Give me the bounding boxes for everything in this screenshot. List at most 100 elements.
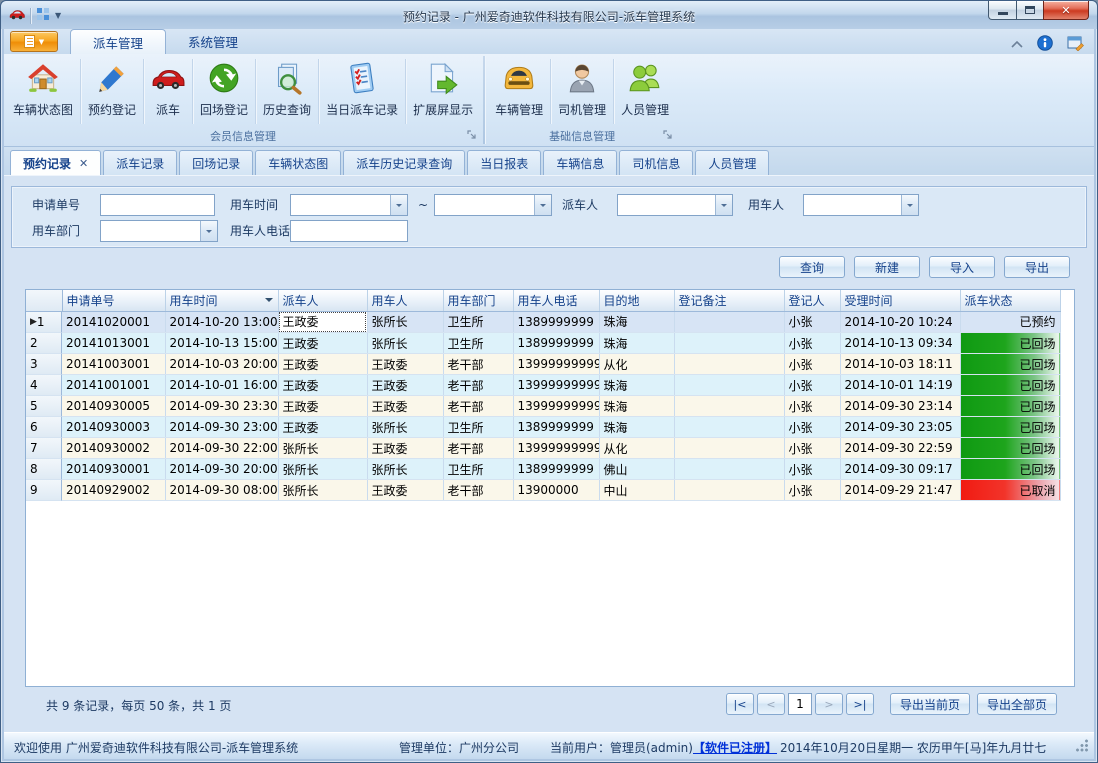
cell-dispatch-status[interactable]: 已回场 <box>960 438 1060 459</box>
use-time-from-combo[interactable] <box>290 194 408 216</box>
cell-use-time[interactable]: 2014-09-30 08:00 <box>165 480 278 501</box>
dialog-launcher-icon[interactable] <box>663 130 673 140</box>
cell-order-no[interactable]: 20140930002 <box>62 438 165 459</box>
cell-dispatch-status[interactable]: 已取消 <box>960 480 1060 501</box>
cell-phone[interactable]: 13999999999 <box>513 354 599 375</box>
personnel-manage-button[interactable]: 人员管理 <box>614 55 676 128</box>
cell-destination[interactable]: 佛山 <box>599 459 674 480</box>
cell-dispatcher[interactable]: 王政委 <box>278 396 367 417</box>
cell-phone[interactable]: 1389999999 <box>513 459 599 480</box>
skin-style-icon[interactable] <box>1067 35 1084 54</box>
cell-phone[interactable]: 1389999999 <box>513 333 599 354</box>
cell-registrar[interactable]: 小张 <box>784 459 840 480</box>
cell-dept[interactable]: 老干部 <box>443 480 513 501</box>
doc-tab-dispatch-records[interactable]: 派车记录 <box>103 150 177 175</box>
cell-order-no[interactable]: 20141003001 <box>62 354 165 375</box>
combo-dropdown-icon[interactable] <box>715 195 732 215</box>
cell-order-no[interactable]: 20141013001 <box>62 333 165 354</box>
cell-dispatch-status[interactable]: 已回场 <box>960 354 1060 375</box>
cell-registrar[interactable]: 小张 <box>784 311 840 333</box>
cell-registrar[interactable]: 小张 <box>784 396 840 417</box>
next-page-button[interactable]: > <box>815 693 843 715</box>
table-row[interactable]: 3 20141003001 2014-10-03 20:00 王政委 王政委 老… <box>26 354 1060 375</box>
cell-remark[interactable] <box>674 438 784 459</box>
cell-dispatcher[interactable]: 王政委 <box>278 417 367 438</box>
dispatcher-combo[interactable] <box>617 194 733 216</box>
vehicle-status-map-button[interactable]: 车辆状态图 <box>6 55 80 128</box>
doc-tab-driver-info[interactable]: 司机信息 <box>619 150 693 175</box>
cell-order-no[interactable]: 20140930001 <box>62 459 165 480</box>
cell-remark[interactable] <box>674 333 784 354</box>
sort-arrow-icon[interactable] <box>265 298 273 306</box>
cell-user[interactable]: 张所长 <box>367 311 443 333</box>
col-dispatch-status[interactable]: 派车状态 <box>960 290 1060 311</box>
use-time-to-combo[interactable] <box>434 194 552 216</box>
cell-user[interactable]: 王政委 <box>367 375 443 396</box>
cell-destination[interactable]: 从化 <box>599 438 674 459</box>
doc-tab-personnel-manage[interactable]: 人员管理 <box>695 150 769 175</box>
cell-user[interactable]: 王政委 <box>367 438 443 459</box>
col-dept[interactable]: 用车部门 <box>443 290 513 311</box>
cell-remark[interactable] <box>674 375 784 396</box>
cell-user[interactable]: 王政委 <box>367 480 443 501</box>
cell-dispatch-status[interactable]: 已回场 <box>960 375 1060 396</box>
query-button[interactable]: 查询 <box>779 256 845 278</box>
cell-dispatch-status[interactable]: 已回场 <box>960 417 1060 438</box>
cell-registrar[interactable]: 小张 <box>784 417 840 438</box>
table-row[interactable]: 5 20140930005 2014-09-30 23:30 王政委 王政委 老… <box>26 396 1060 417</box>
col-user[interactable]: 用车人 <box>367 290 443 311</box>
cell-remark[interactable] <box>674 396 784 417</box>
cell-dispatcher[interactable]: 王政委 <box>278 333 367 354</box>
license-registered-link[interactable]: 【软件已注册】 <box>693 739 777 756</box>
minimize-button[interactable] <box>988 1 1017 20</box>
application-menu-button[interactable]: ▼ <box>10 31 58 52</box>
export-all-pages-button[interactable]: 导出全部页 <box>977 693 1057 715</box>
cell-use-time[interactable]: 2014-09-30 20:00 <box>165 459 278 480</box>
return-register-button[interactable]: 回场登记 <box>193 55 255 128</box>
cell-order-no[interactable]: 20140930005 <box>62 396 165 417</box>
cell-dispatch-status[interactable]: 已回场 <box>960 459 1060 480</box>
doc-tab-reservation-records[interactable]: 预约记录✕ <box>10 150 101 175</box>
cell-user[interactable]: 张所长 <box>367 333 443 354</box>
cell-registrar[interactable]: 小张 <box>784 438 840 459</box>
cell-registrar[interactable]: 小张 <box>784 354 840 375</box>
cell-remark[interactable] <box>674 354 784 375</box>
cell-use-time[interactable]: 2014-10-03 20:00 <box>165 354 278 375</box>
cell-destination[interactable]: 珠海 <box>599 333 674 354</box>
cell-remark[interactable] <box>674 417 784 438</box>
cell-dept[interactable]: 老干部 <box>443 354 513 375</box>
new-button[interactable]: 新建 <box>854 256 920 278</box>
prev-page-button[interactable]: < <box>757 693 785 715</box>
reservation-register-button[interactable]: 预约登记 <box>81 55 143 128</box>
cell-dept[interactable]: 卫生所 <box>443 311 513 333</box>
cell-accept-time[interactable]: 2014-10-20 10:24 <box>840 311 960 333</box>
col-destination[interactable]: 目的地 <box>599 290 674 311</box>
doc-tab-history-query[interactable]: 派车历史记录查询 <box>343 150 465 175</box>
table-row[interactable]: 9 20140929002 2014-09-30 08:00 张所长 王政委 老… <box>26 480 1060 501</box>
cell-phone[interactable]: 13900000 <box>513 480 599 501</box>
table-row[interactable]: 6 20140930003 2014-09-30 23:00 王政委 张所长 卫… <box>26 417 1060 438</box>
cell-user[interactable]: 张所长 <box>367 459 443 480</box>
cell-destination[interactable]: 中山 <box>599 480 674 501</box>
combo-dropdown-icon[interactable] <box>534 195 551 215</box>
combo-dropdown-icon[interactable] <box>390 195 407 215</box>
combo-dropdown-icon[interactable] <box>901 195 918 215</box>
import-button[interactable]: 导入 <box>929 256 995 278</box>
cell-accept-time[interactable]: 2014-09-30 23:14 <box>840 396 960 417</box>
col-dispatcher[interactable]: 派车人 <box>278 290 367 311</box>
cell-dispatch-status[interactable]: 已回场 <box>960 396 1060 417</box>
cell-order-no[interactable]: 20140929002 <box>62 480 165 501</box>
cell-remark[interactable] <box>674 480 784 501</box>
table-row[interactable]: ▶1 20141020001 2014-10-20 13:00 王政委 张所长 … <box>26 311 1060 333</box>
cell-accept-time[interactable]: 2014-10-13 09:34 <box>840 333 960 354</box>
cell-dispatcher[interactable]: 张所长 <box>278 438 367 459</box>
cell-phone[interactable]: 13999999999 <box>513 438 599 459</box>
cell-destination[interactable]: 珠海 <box>599 311 674 333</box>
cell-phone[interactable]: 1389999999 <box>513 311 599 333</box>
cell-phone[interactable]: 1389999999 <box>513 417 599 438</box>
cell-dispatch-status[interactable]: 已预约 <box>960 311 1060 333</box>
resize-grip[interactable] <box>1075 739 1088 752</box>
cell-destination[interactable]: 珠海 <box>599 417 674 438</box>
cell-destination[interactable]: 从化 <box>599 354 674 375</box>
cell-dept[interactable]: 卫生所 <box>443 333 513 354</box>
